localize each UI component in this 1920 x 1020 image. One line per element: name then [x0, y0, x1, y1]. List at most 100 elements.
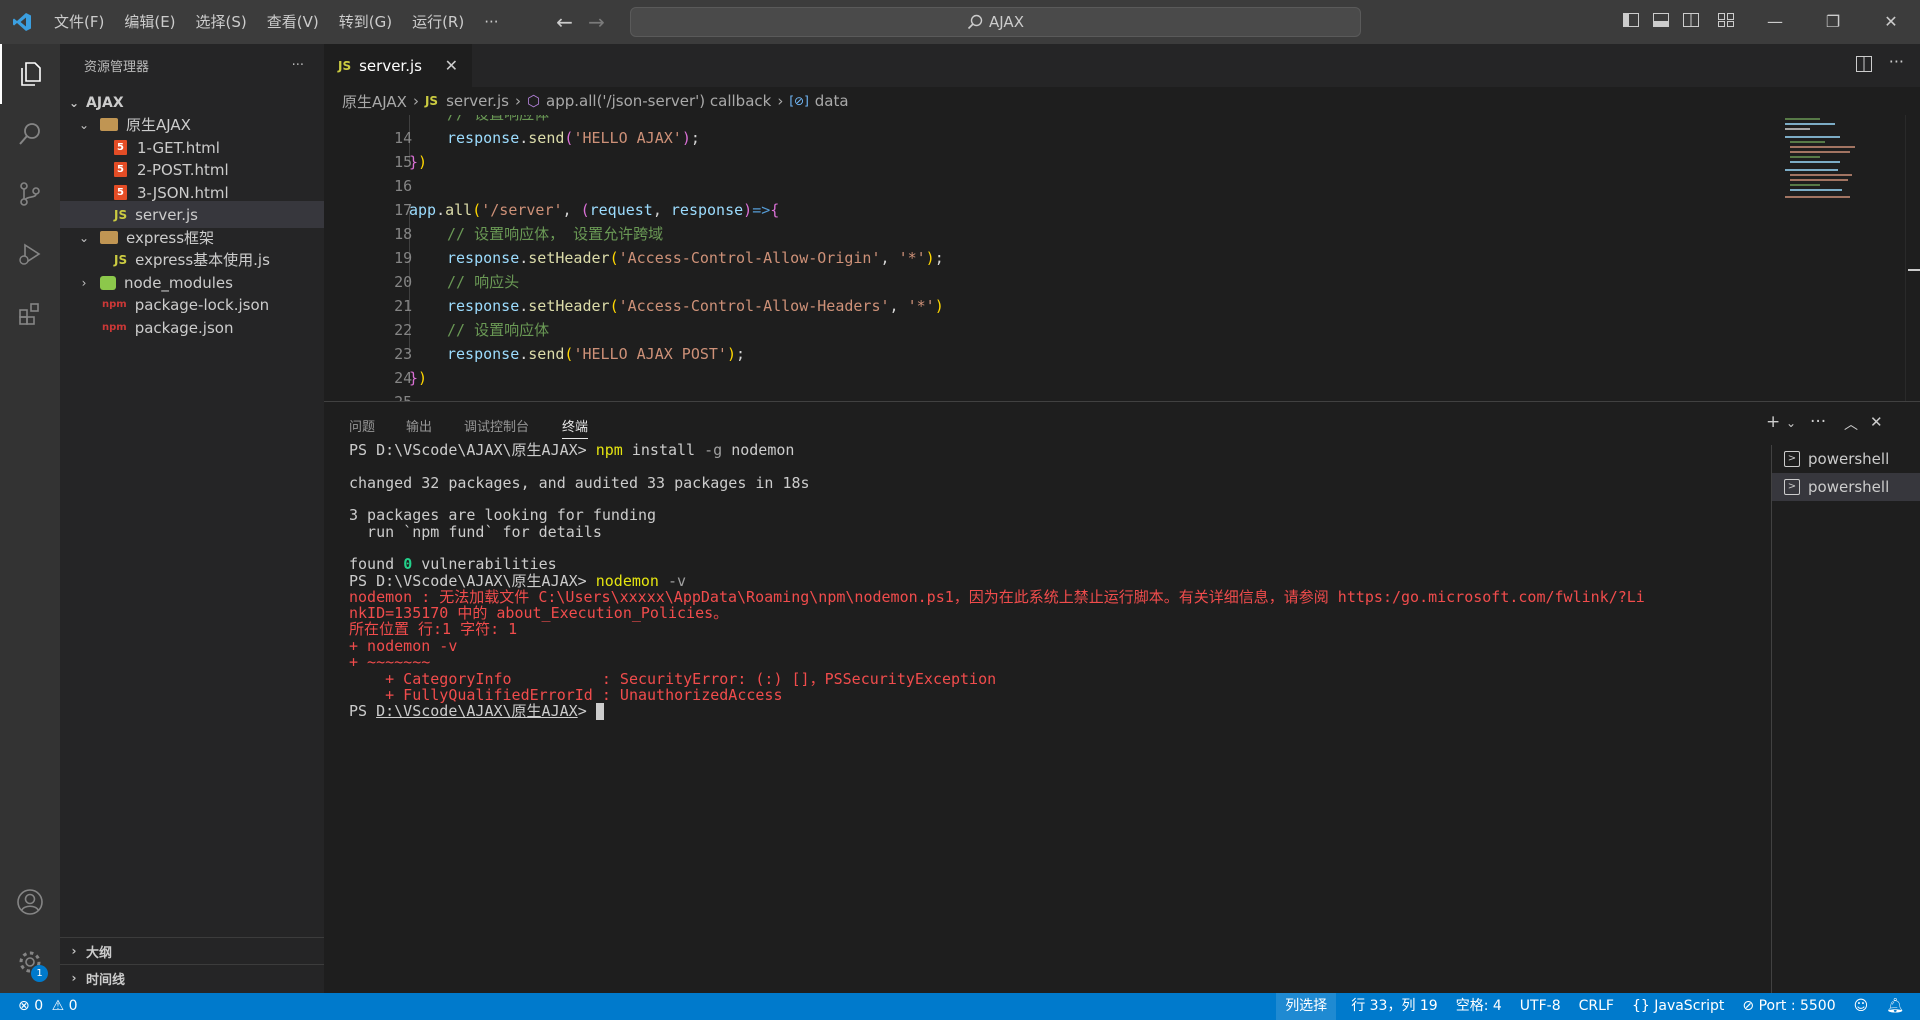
terminal-prompt-line[interactable]: PS D:\VScode\AJAX\原生AJAX> — [349, 701, 604, 721]
language-status[interactable]: {} JavaScript — [1623, 993, 1733, 1020]
code-line: 16 }) — [394, 153, 428, 195]
cursor-position-status[interactable]: 行 33，列 19 — [1342, 993, 1447, 1020]
vscode-logo-icon — [0, 0, 44, 44]
menu-selection[interactable]: 选择(S) — [186, 0, 257, 44]
back-arrow-icon[interactable]: ← — [549, 10, 581, 34]
terminal-item[interactable]: > powershell — [1772, 473, 1920, 501]
search-icon[interactable] — [0, 104, 60, 164]
menu-view[interactable]: 查看(V) — [257, 0, 329, 44]
command-center-search[interactable]: AJAX — [630, 7, 1361, 37]
js-file-icon: JS — [338, 58, 352, 73]
encoding-status[interactable]: UTF-8 — [1511, 993, 1570, 1020]
live-server-port-status[interactable]: ⊘ Port : 5500 — [1733, 993, 1844, 1020]
minimize-button[interactable]: — — [1746, 0, 1804, 44]
tab-output[interactable]: 输出 — [406, 416, 432, 435]
status-bar: ⊗ 0 ⚠ 0 列选择 行 33，列 19 空格: 4 UTF-8 CRLF {… — [0, 993, 1920, 1020]
close-icon[interactable]: ✕ — [445, 56, 458, 75]
toggle-sidebar-icon[interactable] — [1616, 0, 1646, 44]
menu-edit[interactable]: 编辑(E) — [114, 0, 185, 44]
new-terminal-plus-icon[interactable]: + — [1766, 412, 1780, 432]
source-control-icon[interactable] — [0, 164, 60, 224]
code-editor[interactable]: 14 // 设置响应体 15 response.send('HELLO AJAX… — [324, 115, 1920, 401]
folder-open-icon — [100, 231, 118, 244]
editor-scrollbar[interactable] — [1905, 115, 1920, 401]
problems-status[interactable]: ⊗ 0 ⚠ 0 — [0, 993, 87, 1020]
scroll-cursor-marker — [1908, 269, 1920, 271]
toggle-secondary-sidebar-icon[interactable] — [1676, 0, 1706, 44]
chevron-right-icon: › — [777, 92, 784, 110]
html-file-icon: 5 — [114, 140, 127, 155]
maximize-panel-icon[interactable]: ︿ — [1844, 414, 1858, 434]
chevron-right-icon: › — [514, 92, 521, 110]
terminal-icon: > — [1784, 451, 1800, 467]
html-file-icon: 5 — [114, 162, 127, 177]
chevron-down-icon: ⌄ — [68, 95, 80, 110]
menu-run[interactable]: 运行(R) — [402, 0, 474, 44]
npm-file-icon: npm — [102, 299, 127, 310]
js-file-icon: JS — [114, 252, 128, 267]
editor-tabs: JS server.js ✕ ··· — [324, 44, 1920, 87]
node-folder-icon — [100, 275, 116, 290]
close-panel-icon[interactable]: ✕ — [1870, 413, 1883, 431]
js-file-icon: JS — [114, 207, 128, 222]
tab-debug-console[interactable]: 调试控制台 — [464, 416, 529, 435]
terminal-cursor — [595, 703, 604, 720]
code-line: 17 — [394, 201, 413, 219]
timeline-section[interactable]: › 时间线 — [60, 964, 324, 991]
menu-file[interactable]: 文件(F) — [44, 0, 114, 44]
terminal-line: changed 32 packages, and audited 33 pack… — [349, 474, 810, 492]
terminal-item[interactable]: > powershell — [1772, 445, 1920, 473]
terminal-list: > powershell > powershell — [1771, 445, 1920, 993]
notifications-bell-icon[interactable]: 🔔︎ — [1877, 993, 1920, 1020]
tab-terminal[interactable]: 终端 — [562, 416, 589, 439]
breadcrumb-symbol[interactable]: data — [815, 92, 849, 110]
explorer-icon[interactable] — [0, 44, 60, 104]
terminal-icon: > — [1784, 479, 1800, 495]
outline-section[interactable]: › 大纲 — [60, 937, 324, 964]
feedback-icon[interactable]: ☺ — [1845, 993, 1878, 1020]
accounts-icon[interactable] — [0, 872, 60, 932]
code-line: 18 app.all('/server', (request, response… — [394, 201, 780, 243]
customize-layout-icon[interactable] — [1706, 0, 1746, 44]
indentation-status[interactable]: 空格: 4 — [1447, 993, 1511, 1020]
forward-arrow-icon[interactable]: → — [581, 10, 613, 34]
minimap[interactable] — [1780, 115, 1900, 205]
chevron-right-icon: › — [81, 275, 87, 290]
code-line: 15 response.send('HELLO AJAX'); — [394, 129, 700, 171]
extensions-icon[interactable] — [0, 284, 60, 344]
close-button[interactable]: ✕ — [1862, 0, 1920, 44]
tab-problems[interactable]: 问题 — [349, 416, 375, 435]
maximize-button[interactable]: ❐ — [1804, 0, 1862, 44]
breadcrumb-file[interactable]: server.js — [446, 92, 509, 110]
settings-gear-icon[interactable] — [0, 932, 60, 992]
tree-file-package-json[interactable]: npm package.json — [60, 314, 324, 341]
code-line: 14 // 设置响应体 — [394, 115, 549, 147]
breadcrumb-callback[interactable]: app.all('/json-server') callback — [546, 92, 771, 110]
tab-server-js[interactable]: JS server.js ✕ — [324, 44, 472, 87]
split-editor-icon[interactable] — [1856, 56, 1872, 76]
terminal-line: PS D:\VScode\AJAX\原生AJAX> npm install -g… — [349, 441, 795, 459]
panel-more-button[interactable]: ··· — [1810, 412, 1826, 432]
code-line: 20 response.setHeader('Access-Control-Al… — [394, 249, 944, 291]
toggle-panel-icon[interactable] — [1646, 0, 1676, 44]
eol-status[interactable]: CRLF — [1570, 993, 1623, 1020]
column-selection-status[interactable]: 列选择 — [1276, 993, 1337, 1020]
code-line: 19 // 设置响应体， 设置允许跨域 — [394, 225, 664, 267]
js-file-icon: JS — [424, 94, 439, 108]
chevron-down-icon[interactable]: ⌄ — [1786, 416, 1796, 430]
menu-go[interactable]: 转到(G) — [329, 0, 402, 44]
explorer-header: 资源管理器 ··· — [60, 44, 324, 86]
chevron-right-icon: › — [71, 971, 77, 985]
chevron-down-icon: ⌄ — [78, 117, 90, 132]
code-line: 22 response.setHeader('Access-Control-Al… — [394, 297, 944, 339]
menu-more[interactable]: ··· — [474, 0, 508, 44]
folder-open-icon — [100, 118, 118, 131]
run-debug-icon[interactable] — [0, 224, 60, 284]
html-file-icon: 5 — [114, 185, 127, 200]
method-cube-icon: ⬡ — [526, 92, 541, 110]
npm-file-icon: npm — [102, 322, 127, 333]
settings-update-badge: 1 — [31, 965, 48, 982]
explorer-more-button[interactable]: ··· — [292, 58, 304, 73]
breadcrumb-folder[interactable]: 原生AJAX — [342, 91, 407, 112]
editor-more-button[interactable]: ··· — [1889, 52, 1904, 71]
